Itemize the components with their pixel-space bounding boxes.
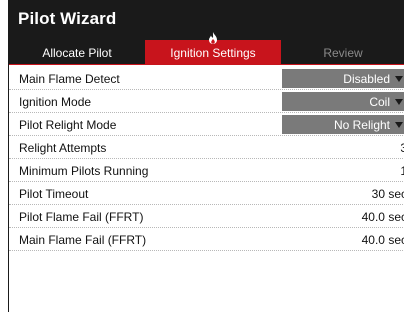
setting-row-relight-attempts[interactable]: Relight Attempts 3 (9, 136, 404, 159)
setting-label: Pilot Flame Fail (FFRT) (19, 210, 144, 224)
select-value: No Relight (333, 118, 390, 132)
relight-attempts-value[interactable]: 3 (400, 141, 404, 155)
minimum-pilots-running-value[interactable]: 1 (400, 164, 404, 178)
tab-allocate-pilot[interactable]: Allocate Pilot (9, 40, 145, 64)
setting-row-main-flame-detect: Main Flame Detect Disabled (9, 67, 404, 90)
main-flame-detect-select[interactable]: Disabled (282, 69, 404, 88)
setting-label: Pilot Timeout (19, 187, 89, 201)
select-value: Disabled (343, 72, 390, 86)
dropdown-arrow-icon (395, 122, 403, 128)
setting-row-ignition-mode: Ignition Mode Coil (9, 90, 404, 113)
setting-row-pilot-flame-fail[interactable]: Pilot Flame Fail (FFRT) 40.0 sec (9, 205, 404, 228)
setting-row-main-flame-fail[interactable]: Main Flame Fail (FFRT) 40.0 sec (9, 228, 404, 251)
pilot-timeout-value[interactable]: 30 sec (372, 187, 404, 201)
setting-label: Ignition Mode (19, 95, 92, 109)
setting-label: Relight Attempts (19, 141, 107, 155)
setting-row-pilot-relight-mode: Pilot Relight Mode No Relight (9, 113, 404, 136)
settings-list: Main Flame Detect Disabled Ignition Mode… (9, 67, 404, 251)
select-value: Coil (369, 95, 390, 109)
dropdown-arrow-icon (395, 76, 403, 82)
tab-underline (9, 64, 404, 65)
main-flame-fail-value[interactable]: 40.0 sec (362, 233, 404, 247)
ignition-mode-select[interactable]: Coil (282, 92, 404, 111)
tab-ignition-settings[interactable]: Ignition Settings (145, 32, 281, 64)
page-title: Pilot Wizard (18, 9, 117, 28)
tab-label: Ignition Settings (170, 46, 256, 60)
setting-row-minimum-pilots-running[interactable]: Minimum Pilots Running 1 (9, 159, 404, 182)
tab-label: Review (323, 46, 363, 60)
tab-label: Allocate Pilot (42, 46, 112, 60)
setting-label: Main Flame Detect (19, 72, 120, 86)
setting-label: Main Flame Fail (FFRT) (19, 233, 147, 247)
tab-review[interactable]: Review (281, 40, 404, 64)
setting-row-pilot-timeout[interactable]: Pilot Timeout 30 sec (9, 182, 404, 205)
dropdown-arrow-icon (395, 99, 403, 105)
wizard-window: Pilot Wizard Allocate Pilot Ignition Set… (8, 0, 404, 312)
setting-label: Minimum Pilots Running (19, 164, 149, 178)
setting-label: Pilot Relight Mode (19, 118, 117, 132)
pilot-flame-fail-value[interactable]: 40.0 sec (362, 210, 404, 224)
flame-icon (209, 32, 217, 44)
tab-bar: Allocate Pilot Ignition Settings Review (9, 32, 404, 64)
pilot-relight-mode-select[interactable]: No Relight (282, 115, 404, 134)
